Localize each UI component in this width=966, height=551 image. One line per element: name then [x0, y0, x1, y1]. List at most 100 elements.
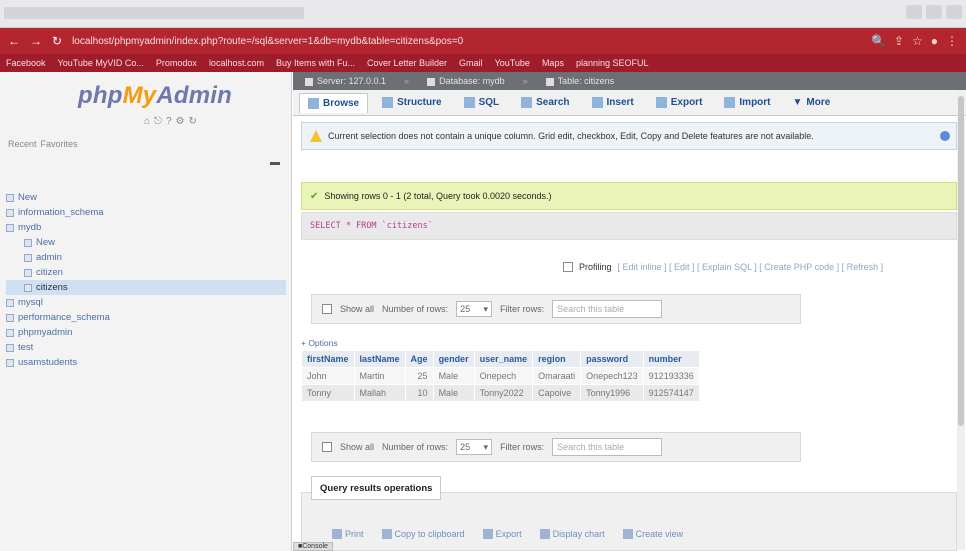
tree-item-usamstudents[interactable]: usamstudents — [6, 355, 286, 370]
tree-item-information-schema[interactable]: information_schema — [6, 205, 286, 220]
options-link[interactable]: + Options — [301, 338, 338, 348]
tree-item-new[interactable]: New — [6, 190, 286, 205]
chevron-down-icon: ▾ — [483, 441, 489, 452]
rows-select[interactable]: 25 ▾ — [456, 439, 493, 455]
sql-query-box[interactable]: SELECT * FROM `citizens` — [301, 212, 957, 240]
export-button[interactable]: Export — [482, 529, 522, 539]
address-bar[interactable]: localhost/phpmyadmin/index.php?route=/sq… — [72, 36, 672, 47]
insert-icon — [591, 97, 603, 108]
filter-rows-input[interactable]: Search this table — [552, 438, 663, 456]
tree-item-new-table[interactable]: New — [6, 235, 286, 250]
tree-item-citizen[interactable]: citizen — [6, 265, 286, 280]
breadcrumb-database[interactable]: Database: mydb — [427, 76, 505, 86]
browser-titlebar — [0, 0, 966, 28]
table-cell: Capoive — [532, 384, 582, 402]
maximize-icon[interactable] — [926, 5, 942, 19]
recent-tab[interactable]: Recent — [8, 139, 37, 149]
star-icon[interactable]: ☆ — [912, 34, 923, 48]
tree-item-mysql[interactable]: mysql — [6, 295, 286, 310]
close-icon[interactable] — [946, 5, 962, 19]
display-chart-button[interactable]: Display chart — [539, 529, 605, 539]
tab-import[interactable]: Import — [716, 93, 778, 113]
column-header[interactable]: number — [642, 350, 700, 368]
tree-item-mydb[interactable]: mydb — [6, 220, 286, 235]
share-icon[interactable]: ⇪ — [894, 34, 904, 48]
back-icon[interactable]: ← — [8, 34, 20, 48]
bookmark-item[interactable]: YouTube MyVID Co... — [58, 58, 144, 68]
tab-structure[interactable]: Structure — [374, 93, 449, 113]
docs-icon[interactable]: ? — [166, 116, 172, 127]
tab-more[interactable]: ▼ More — [785, 93, 839, 113]
reload-icon[interactable]: ↻ — [52, 34, 62, 48]
bookmark-item[interactable]: Buy Items with Fu... — [276, 58, 355, 68]
show-all-checkbox[interactable] — [322, 442, 332, 452]
tab-export[interactable]: Export — [648, 93, 711, 113]
notice-message: Current selection does not contain a uni… — [301, 122, 957, 150]
new-icon — [6, 193, 14, 202]
bookmark-item[interactable]: Maps — [542, 58, 564, 68]
rows-select[interactable]: 25 ▾ — [456, 301, 493, 317]
column-header[interactable]: region — [532, 350, 582, 368]
tab-sql[interactable]: SQL — [456, 93, 508, 113]
bookmark-item[interactable]: Gmail — [459, 58, 483, 68]
sidebar-tabs: Recent Favorites — [8, 139, 78, 149]
extension-icon[interactable]: ● — [931, 34, 938, 48]
breadcrumb-separator: » — [522, 76, 528, 86]
bookmark-item[interactable]: Promodox — [156, 58, 197, 68]
settings-icon[interactable]: ⚙ — [176, 116, 185, 127]
favorites-tab[interactable]: Favorites — [41, 139, 78, 149]
extensions: 🔍 ⇪ ☆ ● ⋮ — [871, 34, 966, 48]
column-header[interactable]: password — [580, 350, 644, 368]
query-operations: Print Copy to clipboard Export Display c… — [332, 529, 683, 539]
console-button[interactable]: ■ Console — [293, 542, 333, 551]
reload-nav-icon[interactable]: ↻ — [189, 116, 197, 127]
column-header[interactable]: firstName — [301, 350, 355, 368]
create-view-button[interactable]: Create view — [622, 529, 683, 539]
column-header[interactable]: lastName — [353, 350, 406, 368]
table-row[interactable]: John Martin 25 Male Onepech Omaraati One… — [301, 367, 700, 385]
tab-insert[interactable]: Insert — [584, 93, 642, 113]
filter-rows-input[interactable]: Search this table — [552, 300, 663, 318]
database-tree: New information_schema mydb New admin ci… — [6, 190, 286, 370]
home-icon[interactable]: ⌂ — [144, 116, 150, 127]
column-header[interactable]: user_name — [473, 350, 534, 368]
bookmark-item[interactable]: planning SEOFUL — [576, 58, 649, 68]
tree-item-phpmyadmin[interactable]: phpmyadmin — [6, 325, 286, 340]
import-icon — [724, 97, 736, 108]
breadcrumb-table[interactable]: Table: citizens — [545, 76, 614, 86]
bookmark-item[interactable]: Cover Letter Builder — [367, 58, 447, 68]
show-all-checkbox[interactable] — [322, 304, 332, 314]
forward-icon[interactable]: → — [30, 34, 42, 48]
column-header[interactable]: gender — [432, 350, 475, 368]
profiling-checkbox[interactable] — [563, 262, 573, 272]
tree-item-test[interactable]: test — [6, 340, 286, 355]
phpmyadmin-logo[interactable]: phpMyAdmin — [78, 82, 232, 110]
bookmark-item[interactable]: Facebook — [6, 58, 46, 68]
page-scrollbar[interactable] — [957, 90, 965, 550]
copy-button[interactable]: Copy to clipboard — [381, 529, 465, 539]
tree-item-admin[interactable]: admin — [6, 250, 286, 265]
print-button[interactable]: Print — [332, 529, 364, 539]
help-icon[interactable] — [940, 131, 950, 141]
minimize-icon[interactable] — [906, 5, 922, 19]
logout-icon[interactable]: ⎋ — [154, 116, 162, 127]
nav-buttons: ← → ↻ — [0, 34, 62, 48]
table-row[interactable]: Tonny Mallah 10 Male Tonny2022 Capoive T… — [301, 384, 700, 402]
tab-search[interactable]: Search — [513, 93, 577, 113]
table-cell: Tonny1996 — [580, 384, 644, 402]
column-header[interactable]: Age — [404, 350, 434, 368]
zoom-icon[interactable]: 🔍 — [871, 34, 886, 48]
new-icon — [24, 238, 32, 247]
bookmark-item[interactable]: YouTube — [495, 58, 530, 68]
bookmark-item[interactable]: localhost.com — [209, 58, 264, 68]
query-links[interactable]: [ Edit inline ] [ Edit ] [ Explain SQL ]… — [618, 262, 884, 272]
collapse-all-icon[interactable] — [270, 162, 280, 165]
database-icon — [6, 208, 14, 217]
chart-icon — [539, 529, 550, 539]
tree-item-citizens[interactable]: citizens — [6, 280, 286, 295]
scrollbar-thumb[interactable] — [958, 96, 964, 426]
tree-item-performance-schema[interactable]: performance_schema — [6, 310, 286, 325]
menu-icon[interactable]: ⋮ — [946, 34, 958, 48]
breadcrumb-server[interactable]: Server: 127.0.0.1 — [305, 76, 386, 86]
tab-browse[interactable]: Browse — [299, 92, 369, 113]
